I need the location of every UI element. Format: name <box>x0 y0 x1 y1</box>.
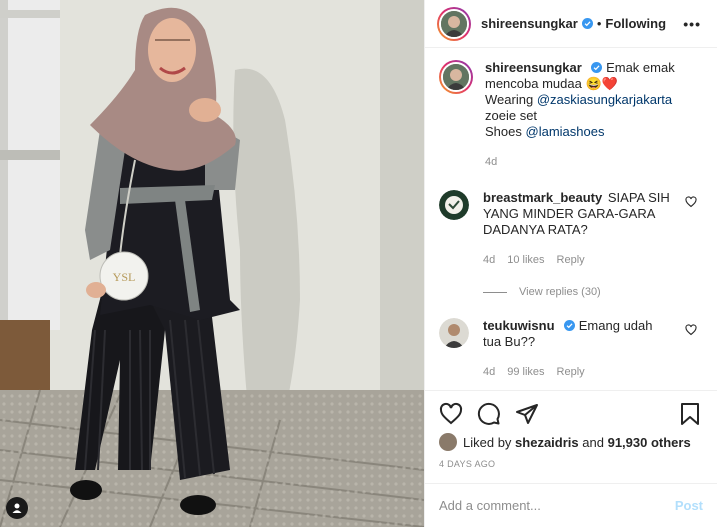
comment-item: teukuwisnu Emang udah tua Bu?? 4d 99 lik… <box>439 318 703 380</box>
comment-avatar[interactable] <box>439 318 469 348</box>
likes-summary[interactable]: Liked by shezaidris and 91,930 others <box>439 433 703 451</box>
caption-time[interactable]: 4d <box>485 154 497 170</box>
caption-avatar[interactable] <box>439 60 473 94</box>
post-photo[interactable]: YSL <box>0 0 424 527</box>
caption-text-line2: mencoba mudaa <box>485 76 582 91</box>
liked-by-prefix: Liked by <box>463 434 512 450</box>
liked-by-count[interactable]: 91,930 others <box>608 435 691 450</box>
post-timestamp[interactable]: 4 DAYS AGO <box>439 459 703 469</box>
view-replies-line <box>483 291 507 293</box>
caption: shireensungkar Emak emak mencoba mudaa 😆… <box>439 60 703 170</box>
comment-time[interactable]: 4d <box>483 252 495 268</box>
save-bookmark-icon[interactable] <box>679 402 701 426</box>
comment-body: breastmark_beauty SIAPA SIH YANG MINDER … <box>483 190 673 268</box>
post-comment-button[interactable]: Post <box>675 498 703 513</box>
author-username[interactable]: shireensungkar <box>481 16 578 31</box>
svg-text:YSL: YSL <box>113 270 136 284</box>
separator-dot: • <box>596 16 602 31</box>
comment-reply-button[interactable]: Reply <box>557 252 585 268</box>
caption-emoji: 😆❤️ <box>585 76 618 91</box>
comment-body: teukuwisnu Emang udah tua Bu?? 4d 99 lik… <box>483 318 673 380</box>
comment-bubble-icon[interactable] <box>477 402 501 426</box>
verified-badge-icon <box>591 62 603 73</box>
caption-shoes-prefix: Shoes <box>485 124 522 139</box>
comment-username[interactable]: teukuwisnu <box>483 318 555 333</box>
post-actions: Liked by shezaidris and 91,930 others 4 … <box>425 390 717 469</box>
tagged-users-icon[interactable] <box>6 497 28 519</box>
comment-reply-button[interactable]: Reply <box>557 364 585 380</box>
comment-like-icon[interactable] <box>685 324 697 336</box>
caption-username[interactable]: shireensungkar <box>485 60 582 75</box>
like-heart-icon[interactable] <box>439 402 463 426</box>
caption-text-line1: Emak emak <box>606 60 675 75</box>
comment-time[interactable]: 4d <box>483 364 495 380</box>
more-options-icon[interactable]: ••• <box>683 16 701 32</box>
comments-list[interactable]: shireensungkar Emak emak mencoba mudaa 😆… <box>425 60 717 390</box>
share-paper-plane-icon[interactable] <box>515 402 539 426</box>
caption-shoes-link[interactable]: @lamiashoes <box>526 124 605 139</box>
caption-wearing-link[interactable]: @zaskiasungkarjakarta <box>537 92 672 107</box>
caption-wearing-prefix: Wearing <box>485 92 534 107</box>
verified-badge-icon <box>564 320 576 331</box>
comment-like-icon[interactable] <box>685 196 697 208</box>
view-replies-label: View replies (30) <box>519 286 601 298</box>
post-image: YSL <box>0 0 424 527</box>
action-icons <box>439 401 703 427</box>
following-button[interactable]: Following <box>605 16 666 31</box>
view-replies-button[interactable]: View replies (30) <box>483 286 703 298</box>
post-details-panel: shireensungkar • Following ••• shireensu… <box>424 0 717 527</box>
caption-body: shireensungkar Emak emak mencoba mudaa 😆… <box>485 60 685 170</box>
caption-text-line4: zoeie set <box>485 108 538 123</box>
liked-by-user[interactable]: shezaidris <box>515 435 579 450</box>
comment-likes[interactable]: 99 likes <box>507 364 544 380</box>
add-comment-input[interactable] <box>439 498 675 513</box>
comment-likes[interactable]: 10 likes <box>507 252 544 268</box>
post-header: shireensungkar • Following ••• <box>425 0 717 48</box>
liker-avatar[interactable] <box>439 433 457 451</box>
comment-avatar[interactable] <box>439 190 469 220</box>
comment-item: breastmark_beauty SIAPA SIH YANG MINDER … <box>439 190 703 268</box>
add-comment-bar: Post <box>425 483 717 527</box>
author-avatar[interactable] <box>437 6 471 41</box>
comment-username[interactable]: breastmark_beauty <box>483 190 602 205</box>
liked-by-and: and <box>582 434 604 450</box>
verified-badge-icon <box>581 18 593 29</box>
